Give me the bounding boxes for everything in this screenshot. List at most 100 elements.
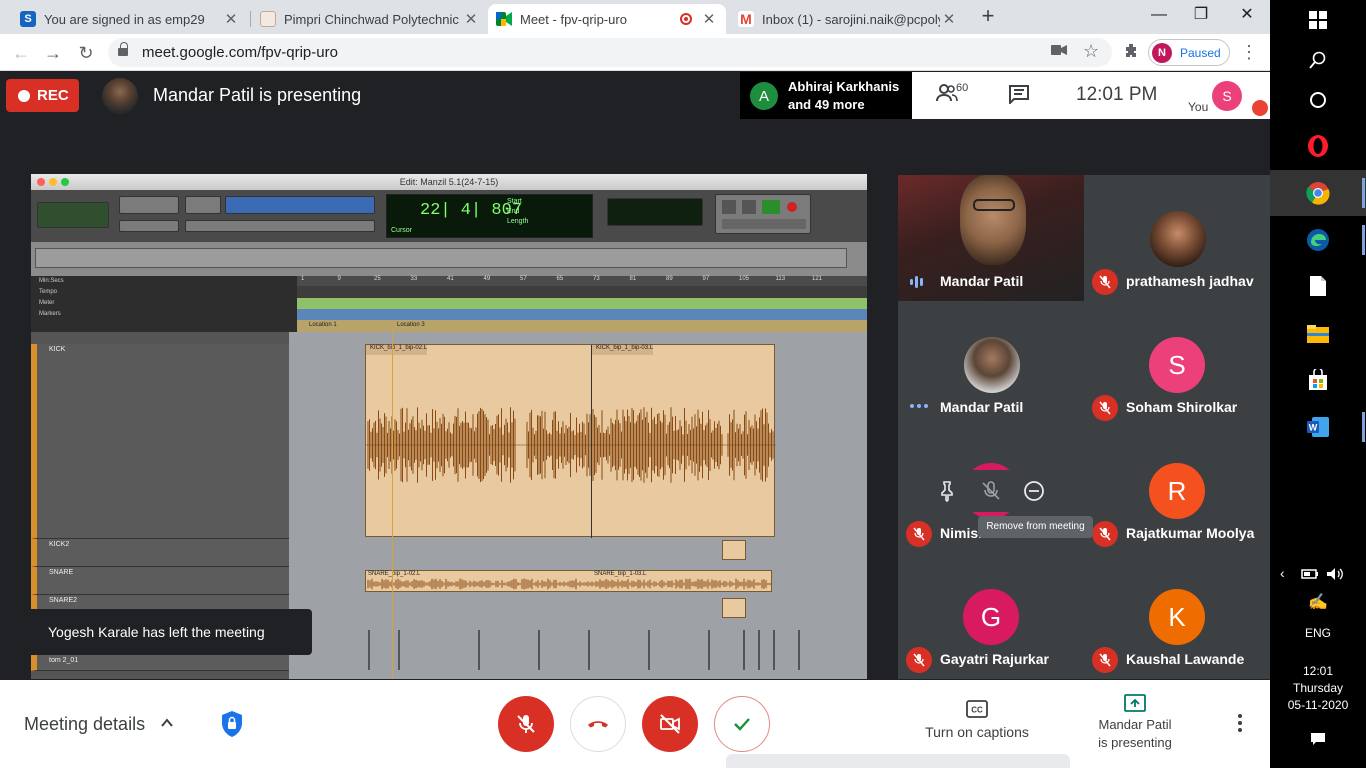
confirm-button[interactable]	[714, 696, 770, 752]
close-tab-icon[interactable]: ✕	[700, 10, 718, 28]
extensions-icon[interactable]	[1118, 40, 1144, 66]
close-window-button[interactable]: ✕	[1224, 0, 1270, 32]
bookmark-star-icon[interactable]: ☆	[1083, 41, 1099, 62]
edge-icon[interactable]	[1302, 224, 1334, 256]
tab-title: Meet - fpv-qrip-uro	[520, 11, 627, 27]
participant-tile[interactable]: S Soham Shirolkar	[1084, 301, 1270, 427]
taskbar-date[interactable]: 05-11-2020	[1270, 698, 1366, 712]
bar-number: 81	[629, 276, 637, 282]
ruler-labels: Min:Secs Tempo Meter Markers	[31, 276, 297, 332]
tab-title: You are signed in as emp29	[44, 11, 205, 27]
chrome-icon[interactable]	[1302, 177, 1334, 209]
more-options-icon[interactable]	[1232, 714, 1248, 734]
host-controls-shield-icon[interactable]	[220, 710, 244, 738]
participant-tile[interactable]: G Gayatri Rajurkar	[898, 553, 1084, 679]
camera-off-icon	[660, 714, 680, 734]
tab-favicon: S	[20, 11, 36, 27]
chat-icon[interactable]	[1008, 84, 1032, 106]
shared-screen: Edit: Manzil 5.1(24-7-15) 22| 4| 807 Cur…	[31, 174, 867, 679]
windows-start-icon[interactable]	[1302, 4, 1334, 36]
leave-call-button[interactable]	[570, 696, 626, 752]
mute-participant-icon[interactable]	[979, 479, 1003, 503]
network-icon[interactable]	[1300, 567, 1320, 581]
participant-avatar: G	[963, 589, 1019, 645]
snare2-clip	[722, 598, 746, 618]
track-header-kick: KICK	[31, 344, 289, 539]
pen-icon[interactable]: ✍	[1270, 592, 1366, 612]
volume-icon[interactable]	[1326, 567, 1344, 581]
participant-tile[interactable]: prathamesh jadhav	[1084, 175, 1270, 301]
tab-polytechnic[interactable]: Pimpri Chinchwad Polytechnic ✕	[252, 4, 488, 34]
cortana-icon[interactable]	[1302, 84, 1334, 116]
back-button[interactable]: ←	[8, 40, 34, 66]
close-tab-icon[interactable]: ✕	[940, 10, 958, 28]
mic-off-icon	[1092, 395, 1118, 421]
meeting-details-button[interactable]: Meeting details	[24, 714, 145, 735]
tool-panel	[185, 196, 221, 214]
new-tab-button[interactable]: +	[976, 4, 1000, 30]
minimize-button[interactable]: —	[1136, 0, 1182, 32]
opera-icon[interactable]	[1302, 130, 1334, 162]
store-icon[interactable]	[1302, 364, 1334, 396]
track-header-kick2: KICK2	[31, 539, 289, 567]
kick2-clip	[722, 540, 746, 560]
svg-text:W: W	[1309, 423, 1318, 433]
marker-label: Location 1	[309, 322, 337, 328]
participant-tile[interactable]: R Rajatkumar Moolya	[1084, 427, 1270, 553]
tab-inbox[interactable]: M Inbox (1) - sarojini.naik@pcpolyt ✕	[730, 4, 966, 34]
word-icon[interactable]: W	[1302, 411, 1334, 443]
profile-button[interactable]: N Paused	[1148, 39, 1230, 66]
people-icon[interactable]	[936, 84, 958, 107]
tab-meet[interactable]: Meet - fpv-qrip-uro ✕	[488, 4, 726, 34]
forward-button[interactable]: →	[40, 40, 66, 66]
joined-line2: and 49 more	[788, 97, 865, 112]
tab-signed-in[interactable]: S You are signed in as emp29 ✕	[12, 4, 248, 34]
window-lights	[37, 178, 69, 186]
taskbar-day[interactable]: Thursday	[1270, 681, 1366, 695]
file-explorer-icon[interactable]	[1302, 318, 1334, 350]
shared-window-titlebar: Edit: Manzil 5.1(24-7-15)	[31, 174, 867, 190]
reload-button[interactable]: ↻	[73, 40, 99, 66]
track-name: tom 2_01	[49, 657, 79, 664]
camera-in-use-icon[interactable]	[1051, 43, 1067, 60]
presentation-button[interactable]: Mandar Patil is presenting	[1080, 694, 1190, 752]
clip-label: KICK_bip_1_bip-03.L	[592, 345, 654, 355]
joined-notification[interactable]: A Abhiraj Karkhanis and 49 more	[740, 72, 912, 119]
remove-participant-icon[interactable]	[1022, 479, 1046, 503]
tray-expand-icon[interactable]: ‹	[1280, 565, 1285, 581]
chrome-menu-icon[interactable]: ⋮	[1240, 42, 1258, 63]
captions-icon: CC	[966, 700, 988, 718]
joined-avatar: A	[750, 82, 778, 110]
bar-number: 113	[775, 276, 786, 282]
mic-off-icon	[1092, 647, 1118, 673]
pin-icon[interactable]	[935, 479, 959, 503]
running-app-marker	[1362, 225, 1365, 255]
recording-badge: REC	[6, 79, 79, 112]
notification-icon[interactable]	[1270, 732, 1366, 749]
close-tab-icon[interactable]: ✕	[462, 10, 480, 28]
participant-tile[interactable]: Mandar Patil	[898, 175, 1084, 301]
hang-up-icon	[588, 721, 608, 728]
participant-name: Kaushal Lawande	[1126, 651, 1245, 667]
bar-number: 49	[483, 276, 491, 282]
participant-tile[interactable]: K Kaushal Lawande	[1084, 553, 1270, 679]
search-icon[interactable]	[1302, 44, 1334, 76]
language-indicator[interactable]: ENG	[1270, 626, 1366, 640]
bar-number: 73	[593, 276, 600, 282]
self-avatar[interactable]: S	[1212, 81, 1242, 111]
file-icon[interactable]	[1302, 270, 1334, 302]
participant-tile[interactable]: Mandar Patil	[898, 301, 1084, 427]
captions-button[interactable]: CC Turn on captions	[910, 700, 1044, 740]
restore-button[interactable]: ❐	[1178, 0, 1224, 32]
close-tab-icon[interactable]: ✕	[222, 10, 240, 28]
minimize-light-icon	[49, 178, 57, 186]
counter-cursor-label: Cursor	[391, 227, 413, 234]
lock-icon[interactable]	[118, 42, 128, 57]
participant-name: Gayatri Rajurkar	[940, 651, 1049, 667]
address-bar[interactable]: meet.google.com/fpv-qrip-uro ☆	[108, 38, 1112, 67]
taskbar-time[interactable]: 12:01	[1270, 664, 1366, 678]
chevron-up-icon[interactable]	[160, 716, 174, 730]
mic-toggle-button[interactable]	[498, 696, 554, 752]
camera-toggle-button[interactable]	[642, 696, 698, 752]
track-name: KICK	[49, 346, 66, 353]
